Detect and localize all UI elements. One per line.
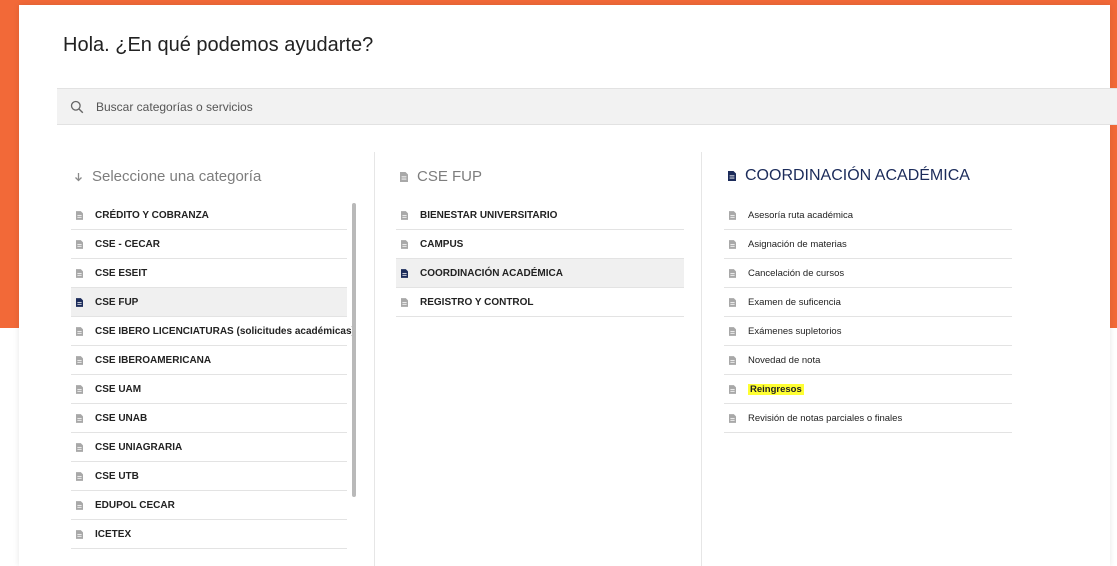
category-item-label: CSE UAM bbox=[95, 383, 142, 395]
service-item-label: Revisión de notas parciales o finales bbox=[748, 412, 903, 424]
document-icon bbox=[76, 239, 83, 249]
service-item[interactable]: Asignación de materias bbox=[724, 230, 1012, 259]
category-item[interactable]: CSE UAM bbox=[71, 375, 347, 404]
service-item[interactable]: Examen de suficencia bbox=[724, 288, 1012, 317]
category-item-label: CSE IBERO LICENCIATURAS (solicitudes aca… bbox=[95, 325, 355, 337]
subcategory-item[interactable]: CAMPUS bbox=[396, 230, 684, 259]
document-icon bbox=[76, 500, 83, 510]
search-icon bbox=[70, 100, 84, 113]
document-icon bbox=[729, 355, 736, 365]
category-item[interactable]: ICETEX bbox=[71, 520, 347, 549]
category-item-label: CSE ESEIT bbox=[95, 267, 148, 279]
subcategory-item-label: BIENESTAR UNIVERSITARIO bbox=[420, 209, 558, 221]
category-item-label: ICETEX bbox=[95, 528, 132, 540]
category-item[interactable]: CSE UNIAGRARIA bbox=[71, 433, 347, 462]
category-item[interactable]: CSE FUP bbox=[71, 288, 347, 317]
document-icon bbox=[729, 413, 736, 423]
category-item[interactable]: EDUPOL CECAR bbox=[71, 491, 347, 520]
category-item-label: EDUPOL CECAR bbox=[95, 499, 175, 511]
service-item-label: Asesoría ruta académica bbox=[748, 209, 854, 221]
category-item-label: CSE FUP bbox=[95, 296, 139, 308]
categories-header: Seleccione una categoría bbox=[74, 168, 261, 185]
subcategories-header-label: CSE FUP bbox=[417, 168, 483, 185]
service-item-label: Cancelación de cursos bbox=[748, 267, 845, 279]
service-item[interactable]: Novedad de nota bbox=[724, 346, 1012, 375]
category-item[interactable]: CSE IBEROAMERICANA bbox=[71, 346, 347, 375]
category-item[interactable]: CSE UNAB bbox=[71, 404, 347, 433]
service-item[interactable]: Reingresos bbox=[724, 375, 1012, 404]
services-list: Asesoría ruta académica Asignación de mat… bbox=[724, 201, 1012, 433]
document-icon bbox=[729, 297, 736, 307]
category-item-label: CSE UNIAGRARIA bbox=[95, 441, 183, 453]
service-item-label: Exámenes supletorios bbox=[748, 325, 842, 337]
categories-scrollbar-thumb[interactable] bbox=[352, 203, 356, 497]
document-icon bbox=[76, 413, 83, 423]
subcategory-item-label: CAMPUS bbox=[420, 238, 464, 250]
document-icon bbox=[401, 268, 408, 278]
subcategory-item[interactable]: BIENESTAR UNIVERSITARIO bbox=[396, 201, 684, 230]
subcategory-item-label: REGISTRO Y CONTROL bbox=[420, 296, 534, 308]
document-icon bbox=[76, 326, 83, 336]
document-icon bbox=[76, 384, 83, 394]
service-item[interactable]: Exámenes supletorios bbox=[724, 317, 1012, 346]
document-icon bbox=[76, 210, 83, 220]
category-item-label: CSE UTB bbox=[95, 470, 139, 482]
document-icon bbox=[401, 239, 408, 249]
document-icon bbox=[76, 355, 83, 365]
document-icon bbox=[76, 268, 83, 278]
subcategories-header: CSE FUP bbox=[400, 168, 482, 185]
service-item-label: Reingresos bbox=[748, 383, 804, 395]
page-title: Hola. ¿En qué podemos ayudarte? bbox=[63, 34, 374, 56]
document-icon bbox=[76, 529, 83, 539]
document-icon bbox=[401, 210, 408, 220]
document-icon bbox=[76, 297, 83, 307]
subcategory-item-label: COORDINACIÓN ACADÉMICA bbox=[420, 267, 563, 279]
subcategories-list: BIENESTAR UNIVERSITARIO CAMPUS COORDINACIÓ… bbox=[396, 201, 684, 317]
service-item[interactable]: Revisión de notas parciales o finales bbox=[724, 404, 1012, 433]
category-item[interactable]: CSE ESEIT bbox=[71, 259, 347, 288]
service-item[interactable]: Asesoría ruta académica bbox=[724, 201, 1012, 230]
category-item[interactable]: CSE - CECAR bbox=[71, 230, 347, 259]
document-icon bbox=[729, 384, 736, 394]
document-icon bbox=[729, 326, 736, 336]
arrow-down-icon bbox=[75, 172, 82, 181]
document-icon bbox=[400, 171, 408, 182]
services-header-label: COORDINACIÓN ACADÉMICA bbox=[745, 167, 970, 184]
category-item-label: CRÉDITO Y COBRANZA bbox=[95, 209, 209, 221]
service-item[interactable]: Cancelación de cursos bbox=[724, 259, 1012, 288]
category-item[interactable]: CSE UTB bbox=[71, 462, 347, 491]
category-item[interactable]: CRÉDITO Y COBRANZA bbox=[71, 201, 347, 230]
category-item[interactable]: CSE IBERO LICENCIATURAS (solicitudes aca… bbox=[71, 317, 355, 346]
document-icon bbox=[401, 297, 408, 307]
categories-header-label: Seleccione una categoría bbox=[92, 168, 262, 185]
search-input[interactable] bbox=[96, 99, 996, 114]
column-divider bbox=[701, 152, 702, 566]
document-icon bbox=[76, 471, 83, 481]
services-header: COORDINACIÓN ACADÉMICA bbox=[728, 167, 970, 185]
subcategory-item[interactable]: COORDINACIÓN ACADÉMICA bbox=[396, 259, 684, 288]
service-item-label: Asignación de materias bbox=[748, 238, 847, 250]
document-icon bbox=[728, 171, 736, 181]
subcategory-item[interactable]: REGISTRO Y CONTROL bbox=[396, 288, 684, 317]
category-item-label: CSE IBEROAMERICANA bbox=[95, 354, 212, 366]
column-divider bbox=[374, 152, 375, 566]
document-icon bbox=[76, 442, 83, 452]
search-bar[interactable] bbox=[57, 88, 1117, 125]
category-item-label: CSE - CECAR bbox=[95, 238, 161, 250]
document-icon bbox=[729, 268, 736, 278]
document-icon bbox=[729, 239, 736, 249]
document-icon bbox=[729, 210, 736, 220]
categories-list: CRÉDITO Y COBRANZA CSE - CECAR CSE ESEIT CS… bbox=[71, 201, 355, 549]
service-item-label: Novedad de nota bbox=[748, 354, 821, 366]
service-item-label: Examen de suficencia bbox=[748, 296, 841, 308]
category-item-label: CSE UNAB bbox=[95, 412, 148, 424]
